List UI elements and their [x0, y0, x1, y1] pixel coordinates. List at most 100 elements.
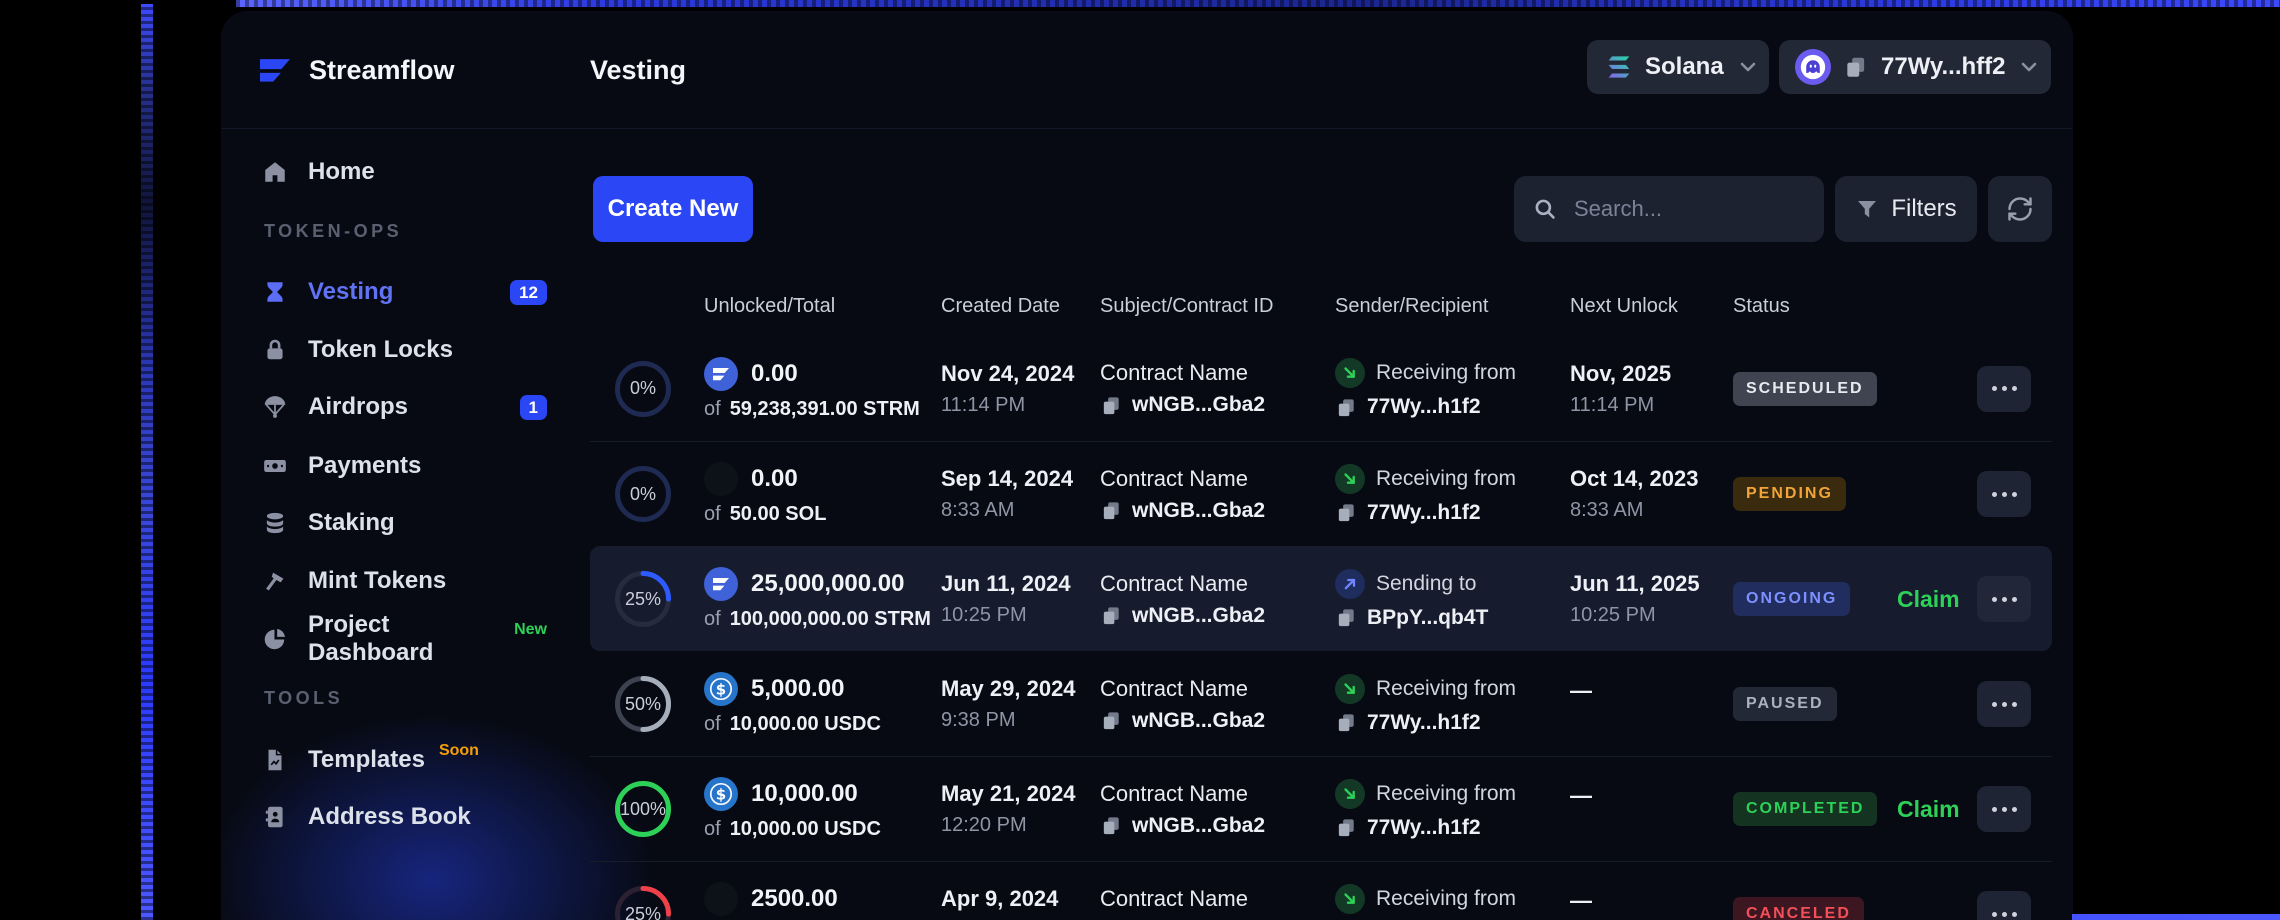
claim-cell: Claim	[1897, 547, 1960, 651]
copy-icon[interactable]	[1335, 816, 1358, 839]
table-row[interactable]: 50%	[590, 651, 2052, 756]
created-time: 12:20 PM	[941, 814, 1076, 837]
search-bar[interactable]	[1514, 176, 1824, 242]
sending-icon	[1335, 569, 1365, 599]
sidebar-item-token-locks[interactable]: Token Locks	[262, 328, 547, 372]
sidebar-item-templates[interactable]: Templates Soon	[262, 738, 547, 782]
subject-cell: Contract Name wNGB...Gba2	[1100, 652, 1265, 756]
created-date: Apr 9, 2024	[941, 886, 1058, 912]
copy-icon[interactable]	[1100, 604, 1123, 627]
next-unlock-date: —	[1570, 678, 1592, 704]
row-menu-button[interactable]	[1977, 681, 2031, 727]
new-label: New	[514, 621, 547, 639]
row-menu-button[interactable]	[1977, 471, 2031, 517]
next-unlock-cell: Oct 14, 2023 8:33 AM	[1570, 442, 1698, 546]
contract-id: wNGB...Gba2	[1132, 814, 1265, 838]
counterparty-address: 77Wy...h1f2	[1367, 501, 1481, 525]
next-unlock-cell: Jun 11, 2025 10:25 PM	[1570, 547, 1700, 651]
copy-icon[interactable]	[1100, 709, 1123, 732]
hourglass-icon	[262, 279, 288, 305]
unlocked-total-cell: $ 5,000.00 of 10,000.00 USDC	[704, 652, 881, 756]
progress-ring: 25%	[614, 885, 672, 920]
chevron-down-icon	[1736, 55, 1760, 79]
counterparty-address: 77Wy...h1f2	[1367, 711, 1481, 735]
copy-icon[interactable]	[1100, 394, 1123, 417]
table-row[interactable]: 25%	[590, 546, 2052, 651]
refresh-button[interactable]	[1988, 176, 2052, 242]
unlocked-amount: 25,000,000.00	[751, 570, 904, 598]
status-badge: PAUSED	[1733, 687, 1837, 721]
direction-label: Receiving from	[1376, 782, 1516, 806]
unlocked-amount: 0.00	[751, 360, 798, 388]
status-badge: PENDING	[1733, 477, 1846, 511]
copy-icon[interactable]	[1100, 499, 1123, 522]
sidebar-item-payments[interactable]: Payments	[262, 444, 547, 488]
table-row[interactable]: 25%	[590, 861, 2052, 920]
receiving-icon	[1335, 884, 1365, 914]
funnel-icon	[1855, 197, 1879, 221]
sender-recipient-cell: Sending to BPpY...qb4T	[1335, 547, 1488, 651]
search-input[interactable]	[1572, 195, 1806, 223]
sidebar-item-mint-tokens[interactable]: Mint Tokens	[262, 559, 547, 603]
unlocked-total-cell: $ 0.00 of 59,238,391.00 STRM	[704, 336, 920, 441]
progress-label: 100%	[614, 780, 672, 838]
direction-label: Receiving from	[1376, 887, 1516, 911]
claim-button[interactable]: Claim	[1897, 586, 1960, 613]
created-date-cell: Jun 11, 2024 10:25 PM	[941, 547, 1071, 651]
row-menu-button[interactable]	[1977, 576, 2031, 622]
chevron-down-icon	[2017, 55, 2041, 79]
progress-ring: 0%	[614, 465, 672, 523]
sidebar-item-home[interactable]: Home	[262, 150, 547, 194]
decorative-top-glow	[236, 0, 2280, 7]
progress-cell: 0%	[614, 336, 672, 441]
sidebar-item-address-book[interactable]: Address Book	[262, 795, 547, 839]
pie-chart-icon	[262, 626, 288, 652]
copy-icon[interactable]	[1100, 814, 1123, 837]
copy-icon[interactable]	[1335, 501, 1358, 524]
table-rows: 0%	[590, 336, 2052, 920]
page-title: Vesting	[590, 55, 686, 86]
row-menu-button[interactable]	[1977, 891, 2031, 920]
brand-logo[interactable]: Streamflow	[255, 42, 455, 98]
status-cell: PAUSED	[1733, 652, 1837, 756]
parachute-icon	[262, 394, 288, 420]
unlocked-total-cell: $ 0.00 of 50.00 SOL	[704, 442, 826, 546]
create-new-button[interactable]: Create New	[593, 176, 753, 242]
next-unlock-date: Nov, 2025	[1570, 361, 1671, 387]
status-cell: COMPLETED	[1733, 757, 1877, 861]
sender-recipient-cell: Receiving from BhW2...e82W	[1335, 862, 1516, 920]
sidebar-item-staking[interactable]: Staking	[262, 501, 547, 545]
contract-name: Contract Name	[1100, 571, 1265, 597]
receiving-icon	[1335, 779, 1365, 809]
direction-label: Receiving from	[1376, 677, 1516, 701]
copy-icon[interactable]	[1335, 396, 1358, 419]
table-row[interactable]: 0%	[590, 441, 2052, 546]
table-row[interactable]: 100%	[590, 756, 2052, 861]
network-selector[interactable]: Solana	[1587, 40, 1769, 94]
receiving-icon	[1335, 358, 1365, 388]
status-badge: SCHEDULED	[1733, 372, 1877, 406]
sidebar-item-project-dashboard[interactable]: Project Dashboard New	[262, 617, 547, 661]
status-cell: SCHEDULED	[1733, 336, 1877, 441]
row-menu-button[interactable]	[1977, 366, 2031, 412]
table-row[interactable]: 0%	[590, 336, 2052, 441]
progress-cell: 25%	[614, 862, 672, 920]
wallet-menu[interactable]: 77Wy...hff2	[1779, 40, 2051, 94]
copy-icon[interactable]	[1335, 606, 1358, 629]
copy-icon[interactable]	[1335, 711, 1358, 734]
created-date-cell: Nov 24, 2024 11:14 PM	[941, 336, 1074, 441]
copy-address-icon[interactable]	[1843, 54, 1869, 80]
next-unlock-cell: Nov, 2025 11:14 PM	[1570, 336, 1671, 441]
app-window: Streamflow Vesting Solana	[222, 12, 2072, 920]
progress-label: 25%	[614, 570, 672, 628]
filters-button[interactable]: Filters	[1835, 176, 1977, 242]
claim-cell: Claim	[1897, 757, 1960, 861]
sidebar-item-vesting[interactable]: Vesting 12	[262, 270, 547, 314]
row-actions-cell	[1977, 757, 2031, 861]
row-menu-button[interactable]	[1977, 786, 2031, 832]
sidebar-item-airdrops[interactable]: Airdrops 1	[262, 385, 547, 429]
usdc-token-icon: $	[704, 777, 738, 811]
next-unlock-time	[1570, 711, 1592, 731]
counterparty-address: BPpY...qb4T	[1367, 606, 1488, 630]
claim-button[interactable]: Claim	[1897, 796, 1960, 823]
